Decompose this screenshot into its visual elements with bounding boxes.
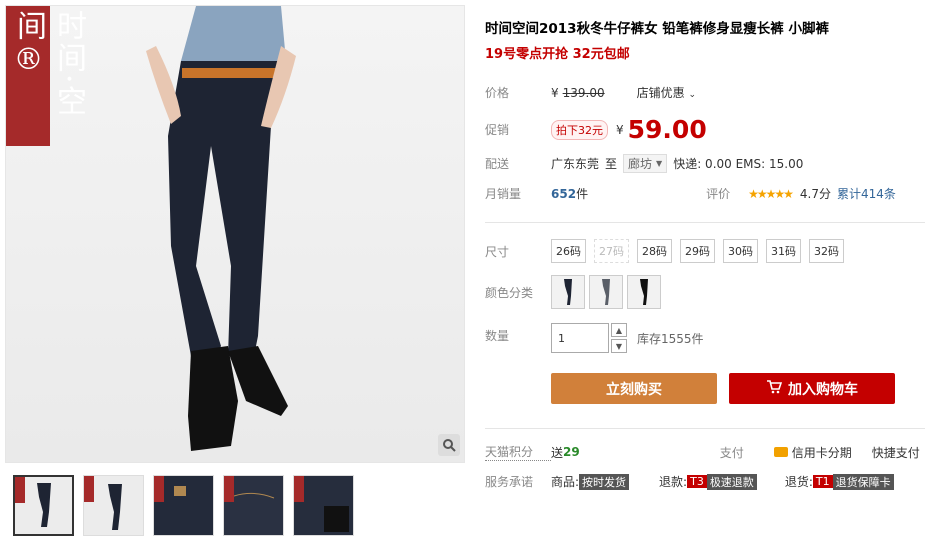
color-swatch-2[interactable] [589, 275, 623, 309]
quick-pay[interactable]: 快捷支付 [872, 444, 920, 461]
size-label: 尺寸 [485, 244, 510, 259]
pay-label: 支付 [719, 445, 744, 460]
sales-label: 月销量 [485, 187, 522, 201]
thumbnail-4[interactable] [223, 475, 284, 536]
action-buttons: 立刻购买 加入购物车 [485, 373, 925, 404]
brand-logo-text: 时间·空间® [11, 10, 86, 118]
credit-installment[interactable]: 信用卡分期 [773, 444, 852, 461]
currency-symbol: ¥ [551, 85, 559, 100]
points-row: 天猫积分 送 29 支付 信用卡分期 快捷支付 [485, 443, 925, 461]
credit-card-icon [773, 447, 788, 457]
quantity-row: 数量 1 ▲ ▼ 库存1555件 [485, 323, 925, 353]
divider [485, 428, 925, 429]
add-to-cart-label: 加入购物车 [788, 381, 858, 398]
ship-to-label: 至 [605, 157, 618, 171]
color-swatch-3[interactable] [627, 275, 661, 309]
promo-tag: 拍下32元 [551, 119, 608, 140]
thumbnail-strip [5, 475, 465, 536]
size-option[interactable]: 28码 [637, 239, 672, 263]
size-option[interactable]: 32码 [809, 239, 844, 263]
sales-count: 652 [551, 186, 577, 201]
add-to-cart-button[interactable]: 加入购物车 [729, 373, 895, 404]
shipping-fee: 快递: 0.00 EMS: 15.00 [673, 157, 804, 171]
quantity-stepper: ▲ ▼ [611, 323, 627, 353]
size-option[interactable]: 29码 [680, 239, 715, 263]
service-goods-tag: 按时发货 [579, 473, 630, 490]
original-price: 139.00 [562, 85, 605, 100]
service-row: 服务承诺 商品: 按时发货 退款: T3 极速退款 退货: T1 退货保障卡 [485, 473, 925, 490]
service-goods-label: 商品: [551, 475, 580, 489]
thumbnail-1[interactable] [13, 475, 74, 536]
color-label: 颜色分类 [485, 285, 534, 300]
stock-text: 库存1555件 [637, 331, 704, 346]
points-value: 29 [563, 445, 580, 459]
service-refund-label: 退款: [659, 475, 688, 489]
rating-label: 评价 [706, 187, 731, 201]
promo-price: 59.00 [627, 115, 707, 144]
gallery: 时间·空间® [5, 5, 465, 536]
brand-tag-icon [84, 476, 94, 502]
color-swatch-1[interactable] [551, 275, 585, 309]
quantity-value: 1 [558, 331, 565, 345]
service-refund-t: T3 [687, 475, 707, 488]
size-option[interactable]: 26码 [551, 239, 586, 263]
size-row: 尺寸 26码 27码 28码 29码 30码 31码 32码 [485, 239, 925, 263]
shipping-row: 配送 广东东莞 至 廊坊 ▼ 快递: 0.00 EMS: 15.00 [485, 154, 925, 173]
price-row: 价格 ¥ 139.00 店铺优惠 ⌄ [485, 84, 925, 101]
credit-installment-label: 信用卡分期 [791, 445, 852, 460]
cart-icon [766, 379, 783, 398]
shop-discount-dropdown[interactable]: 店铺优惠 ⌄ [637, 84, 696, 101]
service-return-t: T1 [812, 475, 833, 488]
spinner-down-icon[interactable]: ▼ [611, 339, 627, 353]
review-count-link[interactable]: 累计414条 [837, 185, 896, 202]
brand-tag-icon [15, 477, 25, 503]
promo-row: 促销 拍下32元 ¥ 59.00 [485, 115, 925, 144]
currency-symbol: ¥ [616, 122, 624, 137]
destination-value: 廊坊 [628, 157, 653, 171]
thumbnail-5[interactable] [293, 475, 354, 536]
spinner-up-icon[interactable]: ▲ [611, 323, 627, 337]
size-option: 27码 [594, 239, 629, 263]
rating-score: 4.7分 [799, 187, 831, 201]
service-return-label: 退货: [784, 475, 813, 489]
promo-label: 促销 [485, 123, 510, 137]
sales-unit: 件 [576, 187, 589, 201]
brand-tag-icon [224, 476, 234, 502]
quantity-label: 数量 [485, 329, 510, 343]
divider [485, 222, 925, 223]
brand-tag-icon [294, 476, 304, 502]
buy-now-button[interactable]: 立刻购买 [551, 373, 717, 404]
service-return-tag: 退货保障卡 [832, 473, 894, 490]
rating-stars-icon: ★★★★★ [748, 186, 794, 201]
points-gift: 送 [551, 445, 564, 460]
product-info: 时间空间2013秋冬牛仔裤女 铅笔裤修身显瘦长裤 小脚裤 19号零点开抢 32元… [485, 5, 925, 490]
price-label: 价格 [485, 86, 510, 100]
service-refund-tag: 极速退款 [706, 473, 757, 490]
chevron-down-icon: ⌄ [688, 90, 697, 100]
chevron-down-icon: ▼ [656, 159, 663, 168]
zoom-icon[interactable] [438, 434, 460, 456]
color-row: 颜色分类 [485, 275, 925, 309]
ship-from: 广东东莞 [551, 157, 600, 171]
service-label: 服务承诺 [485, 475, 534, 489]
shipping-label: 配送 [485, 157, 510, 171]
brand-logo: 时间·空间® [6, 6, 86, 146]
shop-discount-label: 店铺优惠 [636, 86, 685, 100]
thumbnail-2[interactable] [83, 475, 144, 536]
quantity-input[interactable]: 1 [551, 323, 609, 353]
product-title: 时间空间2013秋冬牛仔裤女 铅笔裤修身显瘦长裤 小脚裤 [485, 21, 829, 37]
brand-tag-icon [154, 476, 164, 502]
main-product-image[interactable]: 时间·空间® [5, 5, 465, 463]
product-subtitle: 19号零点开抢 32元包邮 [485, 47, 630, 62]
points-label[interactable]: 天猫积分 [485, 443, 551, 461]
size-option[interactable]: 30码 [723, 239, 758, 263]
sales-row: 月销量 652 件 评价 ★★★★★ 4.7分 累计414条 [485, 185, 925, 202]
size-options: 26码 27码 28码 29码 30码 31码 32码 [551, 239, 852, 263]
destination-select[interactable]: 廊坊 ▼ [623, 154, 668, 173]
thumbnail-3[interactable] [153, 475, 214, 536]
size-option[interactable]: 31码 [766, 239, 801, 263]
